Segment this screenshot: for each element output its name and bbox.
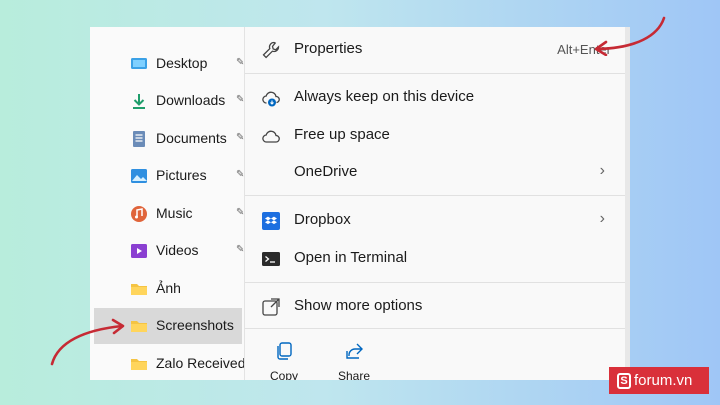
menu-item-label: Free up space: [294, 126, 390, 143]
sidebar-item-documents[interactable]: Documents ✎: [94, 121, 244, 157]
menu-separator: [245, 195, 627, 196]
window-edge: [625, 27, 630, 380]
external-icon: [262, 298, 280, 316]
folder-icon: [131, 284, 147, 295]
picture-icon: [131, 169, 147, 183]
cloud-download-icon: [262, 91, 280, 107]
download-icon: [133, 94, 145, 109]
sidebar-item-pictures[interactable]: Pictures ✎: [94, 158, 244, 194]
cloud-icon: [262, 130, 280, 143]
sidebar-item-label: Desktop: [156, 55, 208, 71]
menu-item-free-up-space[interactable]: Free up space: [245, 117, 625, 153]
watermark-badge: S forum.vn: [609, 367, 709, 394]
dropbox-icon: [262, 212, 280, 230]
menu-item-properties[interactable]: Properties Alt+Enter: [245, 31, 625, 67]
sidebar-item-desktop[interactable]: Desktop ✎: [94, 46, 244, 82]
desktop-icon: [131, 58, 147, 69]
menu-item-label: Open in Terminal: [294, 249, 408, 266]
arrow-to-shortcut-icon: [594, 16, 666, 56]
menu-item-label: Dropbox: [294, 211, 351, 228]
video-icon: [131, 244, 147, 258]
arrow-to-screenshots-icon: [50, 318, 125, 366]
sidebar-item-label: Music: [156, 205, 193, 221]
chevron-right-icon: ›: [599, 210, 605, 227]
sidebar-item-videos[interactable]: Videos ✎: [94, 233, 244, 269]
share-label: Share: [337, 369, 371, 380]
menu-item-label: Properties: [294, 40, 363, 57]
document-icon: [133, 131, 145, 147]
menu-item-label: Always keep on this device: [294, 88, 475, 105]
menu-item-label: Show more options: [294, 297, 423, 314]
menu-item-onedrive[interactable]: OneDrive ›: [245, 154, 625, 190]
folder-icon: [131, 321, 147, 332]
sidebar-item-label: Zalo Received: [156, 355, 246, 371]
context-menu: Properties Alt+Enter Always keep on this…: [244, 27, 627, 380]
file-explorer-window: Desktop ✎ Downloads ✎ Documents ✎ Pictur…: [90, 27, 630, 380]
sidebar-item-anh[interactable]: Ảnh: [94, 271, 242, 307]
music-icon: [131, 206, 147, 222]
menu-item-open-terminal[interactable]: Open in Terminal: [245, 240, 625, 276]
folder-icon: [131, 359, 147, 370]
s-logo-icon: S: [617, 372, 631, 389]
watermark-text: forum.vn: [634, 372, 693, 389]
share-button[interactable]: Share: [329, 341, 379, 380]
sidebar-item-label: Screenshots: [156, 317, 234, 333]
sidebar-item-label: Ảnh: [156, 280, 181, 296]
menu-separator: [245, 73, 627, 74]
sidebar-item-downloads[interactable]: Downloads ✎: [94, 83, 244, 119]
terminal-icon: [262, 252, 280, 266]
menu-item-dropbox[interactable]: Dropbox ›: [245, 202, 625, 238]
menu-separator: [245, 328, 627, 329]
share-icon: [346, 343, 363, 359]
sidebar-item-label: Downloads: [156, 92, 226, 108]
copy-icon: [277, 342, 292, 360]
wrench-icon: [262, 41, 280, 59]
copy-label: Copy: [269, 369, 298, 380]
sidebar-item-label: Documents: [156, 130, 227, 146]
menu-item-always-keep[interactable]: Always keep on this device: [245, 79, 625, 115]
copy-button[interactable]: Copy: [259, 341, 309, 380]
menu-item-show-more-options[interactable]: Show more options: [245, 288, 625, 324]
sidebar-item-label: Pictures: [156, 167, 207, 183]
chevron-right-icon: ›: [599, 162, 605, 179]
menu-separator: [245, 282, 627, 283]
sidebar-item-music[interactable]: Music ✎: [94, 196, 244, 232]
menu-item-label: OneDrive: [294, 163, 358, 180]
sidebar-item-label: Videos: [156, 242, 199, 258]
